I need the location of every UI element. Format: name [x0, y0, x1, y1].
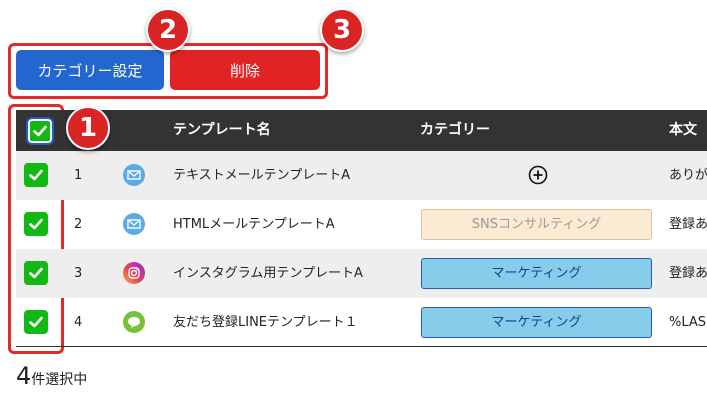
template-name[interactable]: HTMLメールテンプレートA	[173, 200, 335, 249]
callout-badge-2: 2	[146, 8, 190, 52]
check-icon	[29, 218, 43, 230]
check-icon	[29, 316, 43, 328]
callout-badge-1: 1	[66, 106, 110, 150]
select-all-checkbox[interactable]	[26, 117, 54, 145]
template-body-preview: 登録あ	[669, 266, 707, 281]
table-bottom-border	[16, 346, 707, 347]
template-name[interactable]: インスタグラム用テンプレートA	[173, 249, 363, 298]
template-body-preview: 登録あ	[669, 217, 707, 232]
header-body: 本文	[669, 122, 697, 138]
row-checkbox[interactable]	[24, 261, 48, 285]
row-checkbox[interactable]	[24, 212, 48, 236]
category-tag[interactable]: マーケティング	[421, 307, 652, 338]
template-name[interactable]: テキストメールテンプレートA	[173, 151, 350, 200]
selected-label: 件選択中	[31, 372, 88, 388]
check-icon	[29, 267, 43, 279]
category-tag[interactable]: マーケティング	[421, 258, 652, 289]
row-checkbox[interactable]	[24, 163, 48, 187]
template-body-preview: ありが	[669, 168, 707, 183]
row-number: 1	[74, 168, 83, 183]
table-row[interactable]: 2 HTMLメールテンプレートA SNSコンサルティング 登録あ	[16, 200, 707, 249]
check-icon	[29, 169, 43, 181]
category-tag[interactable]: SNSコンサルティング	[421, 209, 652, 240]
mail-icon	[123, 164, 145, 186]
table-row[interactable]: 4 友だち登録LINEテンプレート１ マーケティング %LAS	[16, 298, 707, 347]
category-settings-button[interactable]: カテゴリー設定	[16, 50, 164, 90]
table-row[interactable]: 1 テキストメールテンプレートA ありが	[16, 151, 707, 200]
selected-count: 4	[16, 362, 32, 390]
row-number: 3	[74, 266, 83, 281]
check-icon	[33, 125, 47, 137]
row-number: 2	[74, 217, 83, 232]
row-checkbox[interactable]	[24, 310, 48, 334]
table-row[interactable]: 3 インスタグラム用テンプレートA マーケティング 登録あ	[16, 249, 707, 298]
header-category: カテゴリー	[420, 122, 490, 138]
header-name: テンプレート名	[173, 122, 271, 138]
instagram-icon	[123, 262, 145, 284]
row-number: 4	[74, 315, 83, 330]
callout-badge-3: 3	[320, 8, 364, 52]
add-category-icon[interactable]	[528, 165, 548, 185]
template-body-preview: %LAS	[669, 315, 707, 330]
mail-icon	[123, 213, 145, 235]
delete-button[interactable]: 削除	[170, 50, 320, 90]
selection-status: 4件選択中	[16, 362, 87, 392]
line-icon	[123, 311, 145, 333]
table-header: テンプレート名 カテゴリー 本文	[16, 110, 707, 151]
template-name[interactable]: 友だち登録LINEテンプレート１	[173, 298, 358, 347]
